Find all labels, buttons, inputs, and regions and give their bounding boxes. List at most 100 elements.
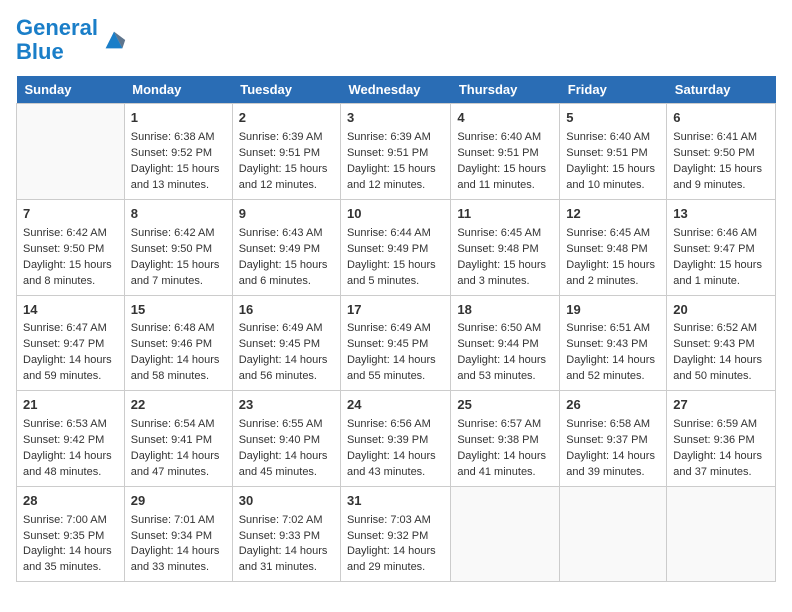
day-info-line: Daylight: 14 hours and 35 minutes. <box>23 544 118 576</box>
day-info-line: Sunset: 9:49 PM <box>239 242 334 258</box>
day-number: 29 <box>131 492 226 511</box>
day-info-line: Daylight: 15 hours and 6 minutes. <box>239 258 334 290</box>
calendar-cell: 26Sunrise: 6:58 AMSunset: 9:37 PMDayligh… <box>560 391 667 487</box>
day-number: 11 <box>457 205 553 224</box>
calendar-week-row: 28Sunrise: 7:00 AMSunset: 9:35 PMDayligh… <box>17 486 776 582</box>
day-info-line: Sunset: 9:50 PM <box>131 242 226 258</box>
day-info-line: Sunset: 9:34 PM <box>131 529 226 545</box>
day-info-line: Daylight: 15 hours and 2 minutes. <box>566 258 660 290</box>
day-info-line: Sunrise: 6:53 AM <box>23 417 118 433</box>
day-info-line: Sunrise: 6:55 AM <box>239 417 334 433</box>
day-info-line: Daylight: 15 hours and 8 minutes. <box>23 258 118 290</box>
day-info-line: Sunset: 9:49 PM <box>347 242 444 258</box>
day-info-line: Sunrise: 6:46 AM <box>673 226 769 242</box>
day-info-line: Sunrise: 6:41 AM <box>673 130 769 146</box>
day-number: 31 <box>347 492 444 511</box>
calendar-cell: 17Sunrise: 6:49 AMSunset: 9:45 PMDayligh… <box>340 295 450 391</box>
day-info-line: Daylight: 14 hours and 56 minutes. <box>239 353 334 385</box>
calendar-table: SundayMondayTuesdayWednesdayThursdayFrid… <box>16 76 776 582</box>
day-number: 4 <box>457 109 553 128</box>
day-info-line: Sunrise: 6:49 AM <box>347 321 444 337</box>
day-info-line: Sunrise: 6:57 AM <box>457 417 553 433</box>
calendar-cell: 6Sunrise: 6:41 AMSunset: 9:50 PMDaylight… <box>667 104 776 200</box>
day-info-line: Sunrise: 6:42 AM <box>131 226 226 242</box>
day-info-line: Daylight: 14 hours and 53 minutes. <box>457 353 553 385</box>
day-number: 8 <box>131 205 226 224</box>
day-info-line: Daylight: 15 hours and 11 minutes. <box>457 162 553 194</box>
day-info-line: Sunset: 9:45 PM <box>347 337 444 353</box>
day-number: 7 <box>23 205 118 224</box>
calendar-cell: 27Sunrise: 6:59 AMSunset: 9:36 PMDayligh… <box>667 391 776 487</box>
weekday-header: Sunday <box>17 76 125 104</box>
day-info-line: Sunrise: 6:38 AM <box>131 130 226 146</box>
day-info-line: Sunset: 9:35 PM <box>23 529 118 545</box>
day-info-line: Daylight: 14 hours and 50 minutes. <box>673 353 769 385</box>
calendar-cell <box>451 486 560 582</box>
calendar-cell <box>17 104 125 200</box>
calendar-cell: 3Sunrise: 6:39 AMSunset: 9:51 PMDaylight… <box>340 104 450 200</box>
day-number: 12 <box>566 205 660 224</box>
day-info-line: Sunrise: 6:40 AM <box>566 130 660 146</box>
calendar-cell: 5Sunrise: 6:40 AMSunset: 9:51 PMDaylight… <box>560 104 667 200</box>
day-info-line: Sunset: 9:46 PM <box>131 337 226 353</box>
day-info-line: Daylight: 14 hours and 55 minutes. <box>347 353 444 385</box>
day-info-line: Daylight: 14 hours and 58 minutes. <box>131 353 226 385</box>
weekday-header: Monday <box>124 76 232 104</box>
calendar-cell: 7Sunrise: 6:42 AMSunset: 9:50 PMDaylight… <box>17 199 125 295</box>
logo-text: GeneralBlue <box>16 16 98 64</box>
day-info-line: Sunrise: 7:01 AM <box>131 513 226 529</box>
calendar-cell: 20Sunrise: 6:52 AMSunset: 9:43 PMDayligh… <box>667 295 776 391</box>
day-info-line: Sunset: 9:51 PM <box>457 146 553 162</box>
day-info-line: Daylight: 14 hours and 52 minutes. <box>566 353 660 385</box>
day-info-line: Sunset: 9:38 PM <box>457 433 553 449</box>
weekday-header: Friday <box>560 76 667 104</box>
day-info-line: Daylight: 14 hours and 47 minutes. <box>131 449 226 481</box>
calendar-cell: 11Sunrise: 6:45 AMSunset: 9:48 PMDayligh… <box>451 199 560 295</box>
day-info-line: Sunrise: 6:49 AM <box>239 321 334 337</box>
day-number: 14 <box>23 301 118 320</box>
day-number: 27 <box>673 396 769 415</box>
day-info-line: Daylight: 15 hours and 12 minutes. <box>347 162 444 194</box>
day-number: 24 <box>347 396 444 415</box>
page-header: GeneralBlue <box>16 16 776 64</box>
day-info-line: Sunset: 9:40 PM <box>239 433 334 449</box>
day-info-line: Sunrise: 6:54 AM <box>131 417 226 433</box>
calendar-cell: 13Sunrise: 6:46 AMSunset: 9:47 PMDayligh… <box>667 199 776 295</box>
day-info-line: Sunset: 9:48 PM <box>457 242 553 258</box>
day-info-line: Sunset: 9:33 PM <box>239 529 334 545</box>
day-info-line: Sunset: 9:48 PM <box>566 242 660 258</box>
day-info-line: Daylight: 15 hours and 10 minutes. <box>566 162 660 194</box>
weekday-header: Saturday <box>667 76 776 104</box>
day-info-line: Sunrise: 6:45 AM <box>566 226 660 242</box>
logo-icon <box>100 26 128 54</box>
day-number: 10 <box>347 205 444 224</box>
day-info-line: Sunrise: 7:03 AM <box>347 513 444 529</box>
day-info-line: Daylight: 15 hours and 12 minutes. <box>239 162 334 194</box>
day-number: 16 <box>239 301 334 320</box>
day-info-line: Sunset: 9:37 PM <box>566 433 660 449</box>
calendar-cell: 9Sunrise: 6:43 AMSunset: 9:49 PMDaylight… <box>232 199 340 295</box>
calendar-cell: 31Sunrise: 7:03 AMSunset: 9:32 PMDayligh… <box>340 486 450 582</box>
day-info-line: Daylight: 14 hours and 41 minutes. <box>457 449 553 481</box>
day-info-line: Daylight: 14 hours and 37 minutes. <box>673 449 769 481</box>
day-info-line: Sunset: 9:47 PM <box>673 242 769 258</box>
calendar-cell: 25Sunrise: 6:57 AMSunset: 9:38 PMDayligh… <box>451 391 560 487</box>
day-info-line: Sunset: 9:52 PM <box>131 146 226 162</box>
calendar-cell: 23Sunrise: 6:55 AMSunset: 9:40 PMDayligh… <box>232 391 340 487</box>
day-info-line: Sunset: 9:51 PM <box>347 146 444 162</box>
day-info-line: Sunset: 9:42 PM <box>23 433 118 449</box>
day-info-line: Sunrise: 6:42 AM <box>23 226 118 242</box>
calendar-cell: 30Sunrise: 7:02 AMSunset: 9:33 PMDayligh… <box>232 486 340 582</box>
calendar-cell: 4 Sunrise: 6:40 AMSunset: 9:51 PMDaylight… <box>451 104 560 200</box>
day-info-line: Sunrise: 6:45 AM <box>457 226 553 242</box>
day-number: 26 <box>566 396 660 415</box>
day-info-line: Daylight: 15 hours and 5 minutes. <box>347 258 444 290</box>
day-info-line: Daylight: 14 hours and 43 minutes. <box>347 449 444 481</box>
day-info-line: Sunrise: 6:48 AM <box>131 321 226 337</box>
day-info-line: Sunrise: 6:40 AM <box>457 130 553 146</box>
logo: GeneralBlue <box>16 16 128 64</box>
day-info-line: Sunrise: 7:02 AM <box>239 513 334 529</box>
calendar-header: SundayMondayTuesdayWednesdayThursdayFrid… <box>17 76 776 104</box>
day-number: 20 <box>673 301 769 320</box>
day-info-line: Sunrise: 6:58 AM <box>566 417 660 433</box>
